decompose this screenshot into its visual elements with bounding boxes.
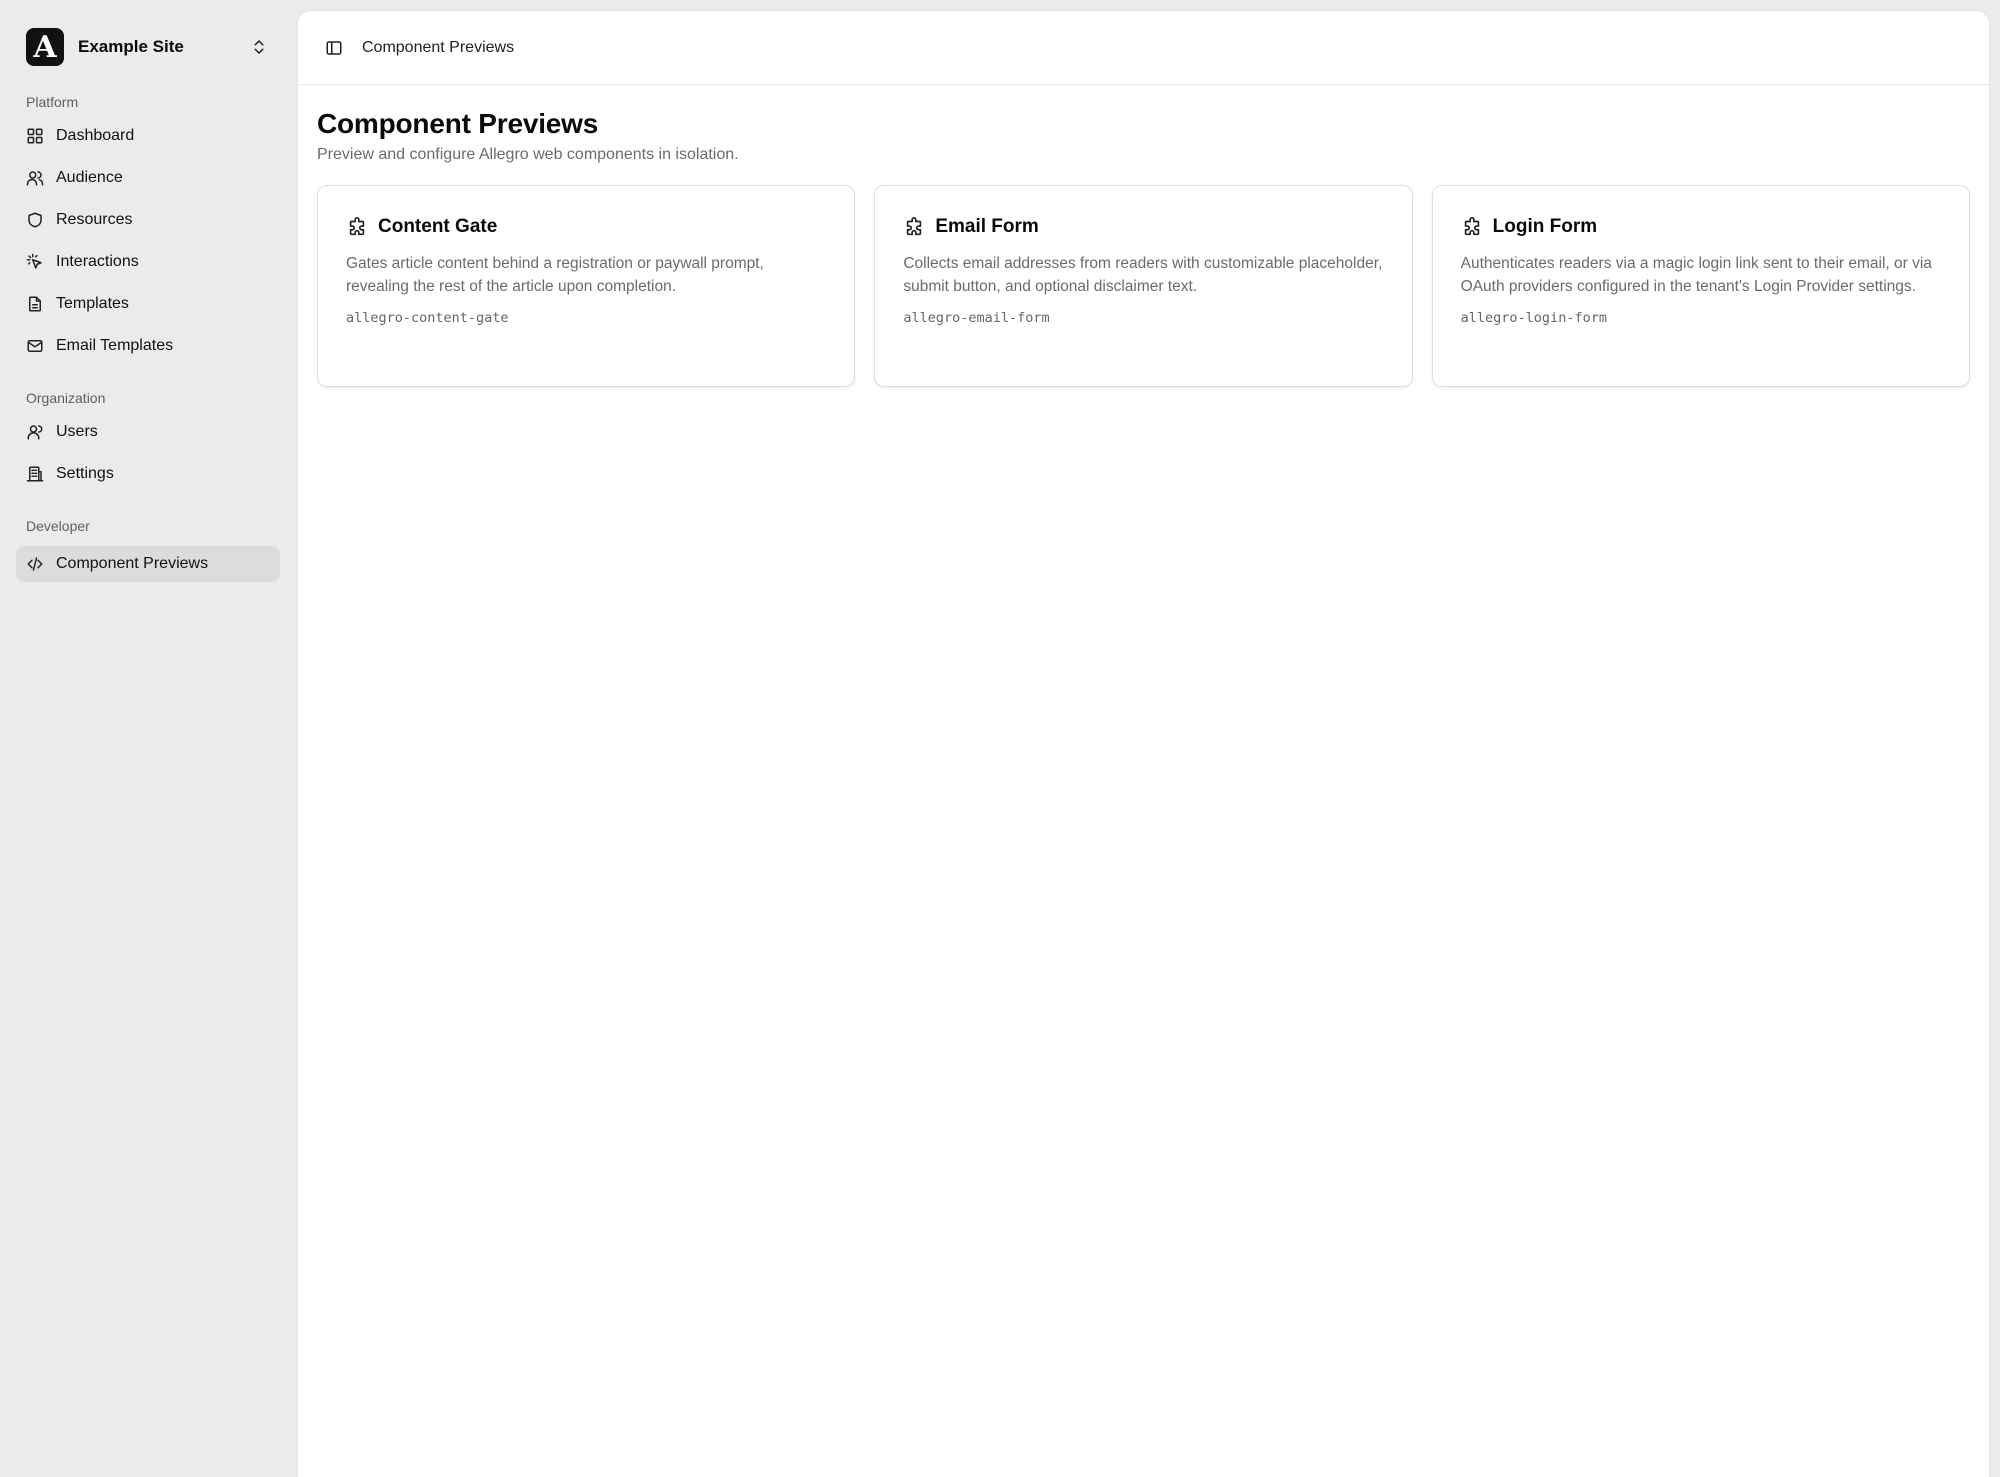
user-icon <box>26 423 44 441</box>
sidebar-item-settings[interactable]: Settings <box>16 456 280 492</box>
sidebar-item-dashboard[interactable]: Dashboard <box>16 118 280 154</box>
sidebar-item-label: Dashboard <box>56 127 135 144</box>
document-icon <box>26 295 44 313</box>
nav-group-developer: Developer Component Previews <box>16 516 280 582</box>
sidebar-item-users[interactable]: Users <box>16 414 280 450</box>
sidebar-item-label: Interactions <box>56 253 139 270</box>
page-title: Component Previews <box>317 108 599 139</box>
site-name: Example Site <box>78 37 184 56</box>
component-card-content-gate[interactable]: Content Gate Gates article content behin… <box>317 185 856 387</box>
nav-group-organization: Organization Users Settings <box>16 388 280 492</box>
nav-group-label: Developer <box>26 518 90 534</box>
sidebar-item-label: Component Previews <box>56 555 209 572</box>
puzzle-icon <box>907 217 922 236</box>
sidebar-item-label: Audience <box>56 169 123 186</box>
top-bar: Component Previews <box>298 11 1989 85</box>
nav-group-platform: Platform Dashboard Audience Resources In… <box>16 92 280 364</box>
puzzle-icon <box>1464 217 1479 236</box>
building-icon <box>26 465 44 483</box>
dashboard-grid-icon <box>26 127 44 145</box>
card-component-tag: allegro-content-gate <box>346 310 509 326</box>
card-title: Content Gate <box>378 216 498 237</box>
mail-icon <box>26 337 44 355</box>
component-card-email-form[interactable]: Email Form Collects email addresses from… <box>874 185 1413 387</box>
page-content: Component Previews Preview and configure… <box>298 85 1989 387</box>
component-card-grid: Content Gate Gates article content behin… <box>317 185 1970 387</box>
card-header: Login Form <box>1461 214 1941 240</box>
sidebar-item-label: Settings <box>56 465 114 482</box>
site-logo: A <box>26 28 64 66</box>
sparkle-click-icon <box>26 253 44 271</box>
sidebar-item-templates[interactable]: Templates <box>16 286 280 322</box>
card-header: Email Form <box>903 214 1383 240</box>
chevron-up-down-icon <box>254 40 264 54</box>
sidebar-item-label: Users <box>56 423 98 440</box>
shield-icon <box>26 211 44 229</box>
card-description: Gates article content behind a registrat… <box>346 255 764 295</box>
card-header: Content Gate <box>346 214 826 240</box>
card-component-tag: allegro-login-form <box>1460 310 1607 326</box>
sidebar-toggle-button[interactable] <box>320 34 348 62</box>
puzzle-icon <box>349 217 365 236</box>
card-title: Email Form <box>935 216 1039 237</box>
card-title: Login Form <box>1492 216 1598 237</box>
sidebar-toggle-icon <box>326 40 342 55</box>
sidebar-item-audience[interactable]: Audience <box>16 160 280 196</box>
card-description: Authenticates readers via a magic login … <box>1460 255 1932 295</box>
nav-group-label: Platform <box>26 94 79 110</box>
component-card-login-form[interactable]: Login Form Authenticates readers via a m… <box>1431 185 1970 387</box>
card-component-tag: allegro-email-form <box>903 310 1050 326</box>
site-switcher[interactable]: A Example Site <box>16 26 280 68</box>
page-description: Preview and configure Allegro web compon… <box>317 146 739 163</box>
users-icon <box>26 169 44 187</box>
nav-group-label: Organization <box>26 390 106 406</box>
card-description: Collects email addresses from readers wi… <box>903 255 1383 295</box>
breadcrumb: Component Previews <box>362 38 515 56</box>
main-panel: Component Previews Component Previews Pr… <box>297 10 1990 1477</box>
sidebar-item-interactions[interactable]: Interactions <box>16 244 280 280</box>
sidebar-item-component-previews[interactable]: Component Previews <box>16 546 280 582</box>
sidebar-item-label: Resources <box>56 211 133 228</box>
sidebar-item-email-templates[interactable]: Email Templates <box>16 328 280 364</box>
code-icon <box>26 555 44 573</box>
sidebar-item-label: Email Templates <box>56 337 174 354</box>
sidebar-item-label: Templates <box>56 295 129 312</box>
sidebar: A Example Site Platform Dashboard Audien… <box>0 0 296 1477</box>
sidebar-item-resources[interactable]: Resources <box>16 202 280 238</box>
